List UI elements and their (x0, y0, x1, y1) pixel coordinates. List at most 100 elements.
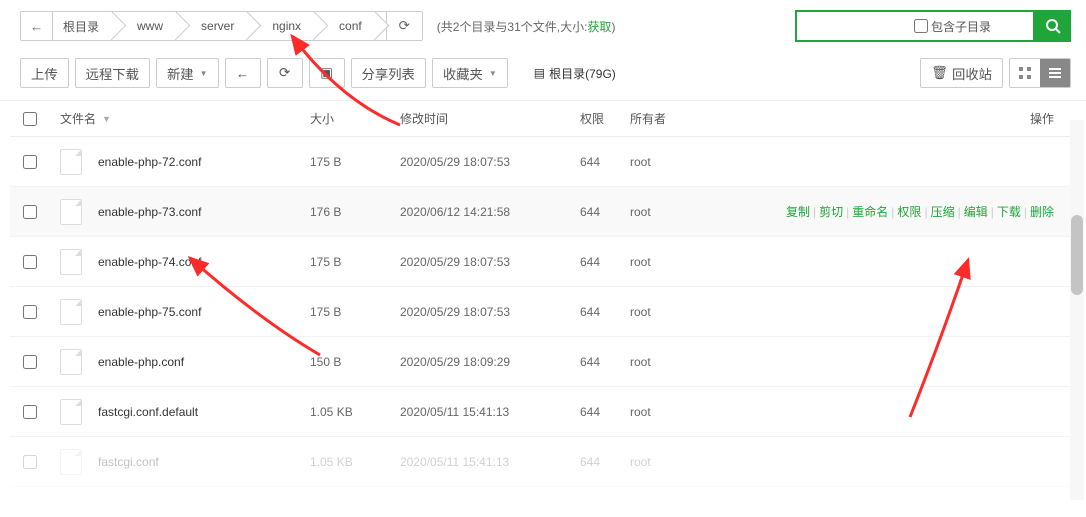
file-table: 文件名 ▼ 大小 修改时间 权限 所有者 操作 enable-php-72.co… (10, 101, 1074, 487)
file-date-cell: 2020/06/12 14:21:58 (400, 205, 580, 219)
grid-icon (1018, 66, 1032, 80)
refresh-button[interactable]: ⟳ (267, 58, 303, 88)
table-row[interactable]: enable-php-72.conf 175 B 2020/05/29 18:0… (10, 137, 1074, 187)
dir-summary: (共2个目录与31个文件,大小:获取) (437, 18, 616, 35)
file-icon (60, 299, 82, 325)
select-all-checkbox[interactable] (23, 112, 37, 126)
file-size-cell: 175 B (310, 155, 400, 169)
fetch-size-link[interactable]: 获取 (587, 20, 611, 34)
table-header: 文件名 ▼ 大小 修改时间 权限 所有者 操作 (10, 101, 1074, 137)
file-icon (60, 149, 82, 175)
refresh-icon[interactable]: ⟳ (386, 12, 422, 40)
file-owner-cell: root (630, 405, 710, 419)
file-date-cell: 2020/05/11 15:41:13 (400, 405, 580, 419)
disk-icon: ▤ (534, 66, 545, 80)
file-size-cell: 150 B (310, 355, 400, 369)
trash-icon: 🗑 (931, 65, 948, 81)
file-size-cell: 176 B (310, 205, 400, 219)
file-date-cell: 2020/05/11 15:41:13 (400, 455, 580, 469)
file-date-cell: 2020/05/29 18:07:53 (400, 255, 580, 269)
file-icon (60, 399, 82, 425)
list-icon (1048, 66, 1062, 80)
row-checkbox[interactable] (23, 255, 37, 269)
file-name-cell[interactable]: fastcgi.conf.default (50, 399, 310, 425)
disk-usage-label: ▤ 根目录(79G) (534, 58, 616, 88)
search-button[interactable] (1035, 10, 1071, 42)
col-ops-header: 操作 (710, 110, 1074, 127)
file-date-cell: 2020/05/29 18:09:29 (400, 355, 580, 369)
file-icon (60, 199, 82, 225)
caret-down-icon: ▼ (489, 69, 497, 78)
file-perm-cell: 644 (580, 305, 630, 319)
topbar: ← 根目录 www server nginx conf ⟳ (共2个目录与31个… (0, 0, 1086, 52)
file-date-cell: 2020/05/29 18:07:53 (400, 155, 580, 169)
toolbar: 上传 远程下载 新建▼ ← ⟳ ▣ 分享列表 收藏夹▼ ▤ 根目录(79G) 🗑… (0, 52, 1086, 101)
table-row[interactable]: enable-php-73.conf 176 B 2020/06/12 14:2… (10, 187, 1074, 237)
file-perm-cell: 644 (580, 255, 630, 269)
file-name-cell[interactable]: enable-php-74.conf (50, 249, 310, 275)
grid-view-button[interactable] (1010, 59, 1040, 87)
search-group: 包含子目录 (795, 10, 1071, 42)
col-owner-header[interactable]: 所有者 (630, 110, 710, 127)
col-name-header[interactable]: 文件名 ▼ (50, 110, 310, 127)
terminal-button[interactable]: ▣ (309, 58, 345, 88)
file-owner-cell: root (630, 305, 710, 319)
file-name-cell[interactable]: enable-php-72.conf (50, 149, 310, 175)
file-name-cell[interactable]: enable-php.conf (50, 349, 310, 375)
file-size-cell: 1.05 KB (310, 405, 400, 419)
caret-down-icon: ▼ (200, 69, 208, 78)
file-size-cell: 1.05 KB (310, 455, 400, 469)
table-row[interactable]: enable-php-75.conf 175 B 2020/05/29 18:0… (10, 287, 1074, 337)
list-view-button[interactable] (1040, 59, 1070, 87)
favorites-button[interactable]: 收藏夹▼ (432, 58, 508, 88)
file-owner-cell: root (630, 205, 710, 219)
file-owner-cell: root (630, 355, 710, 369)
share-list-button[interactable]: 分享列表 (351, 58, 426, 88)
table-row[interactable]: enable-php.conf 150 B 2020/05/29 18:09:2… (10, 337, 1074, 387)
include-subdir-label[interactable]: 包含子目录 (914, 18, 995, 35)
col-perm-header[interactable]: 权限 (580, 110, 630, 127)
file-perm-cell: 644 (580, 155, 630, 169)
table-row[interactable]: fastcgi.conf 1.05 KB 2020/05/11 15:41:13… (10, 437, 1074, 487)
back-button[interactable]: ← (225, 58, 261, 88)
file-owner-cell: root (630, 155, 710, 169)
file-owner-cell: root (630, 255, 710, 269)
file-date-cell: 2020/05/29 18:07:53 (400, 305, 580, 319)
table-row[interactable]: fastcgi.conf.default 1.05 KB 2020/05/11 … (10, 387, 1074, 437)
row-checkbox[interactable] (23, 155, 37, 169)
file-icon (60, 449, 82, 475)
remote-download-button[interactable]: 远程下载 (75, 58, 150, 88)
file-owner-cell: root (630, 455, 710, 469)
table-row[interactable]: enable-php-74.conf 175 B 2020/05/29 18:0… (10, 237, 1074, 287)
file-perm-cell: 644 (580, 205, 630, 219)
file-name-cell[interactable]: enable-php-73.conf (50, 199, 310, 225)
scrollbar-thumb[interactable] (1071, 215, 1083, 295)
back-button[interactable]: ← (21, 12, 53, 40)
breadcrumb-bar: ← 根目录 www server nginx conf ⟳ (20, 11, 423, 41)
file-perm-cell: 644 (580, 405, 630, 419)
recycle-bin-button[interactable]: 🗑 回收站 (920, 58, 1003, 88)
sort-icon: ▼ (102, 114, 111, 124)
file-size-cell: 175 B (310, 255, 400, 269)
new-button[interactable]: 新建▼ (156, 58, 219, 88)
file-icon (60, 349, 82, 375)
file-perm-cell: 644 (580, 455, 630, 469)
search-icon (1045, 18, 1061, 34)
view-toggle (1009, 58, 1071, 88)
row-checkbox[interactable] (23, 305, 37, 319)
include-subdir-checkbox[interactable] (914, 19, 928, 33)
row-checkbox[interactable] (23, 455, 37, 469)
col-date-header[interactable]: 修改时间 (400, 110, 580, 127)
file-name-cell[interactable]: fastcgi.conf (50, 449, 310, 475)
col-size-header[interactable]: 大小 (310, 110, 400, 127)
file-perm-cell: 644 (580, 355, 630, 369)
row-checkbox[interactable] (23, 355, 37, 369)
file-ops-cell[interactable]: 复制|剪切|重命名|权限|压缩|编辑|下载|删除 (710, 203, 1074, 220)
file-size-cell: 175 B (310, 305, 400, 319)
row-checkbox[interactable] (23, 205, 37, 219)
row-checkbox[interactable] (23, 405, 37, 419)
breadcrumb-item[interactable]: 根目录 (53, 12, 115, 40)
upload-button[interactable]: 上传 (20, 58, 69, 88)
scrollbar-track[interactable] (1070, 120, 1084, 500)
file-name-cell[interactable]: enable-php-75.conf (50, 299, 310, 325)
